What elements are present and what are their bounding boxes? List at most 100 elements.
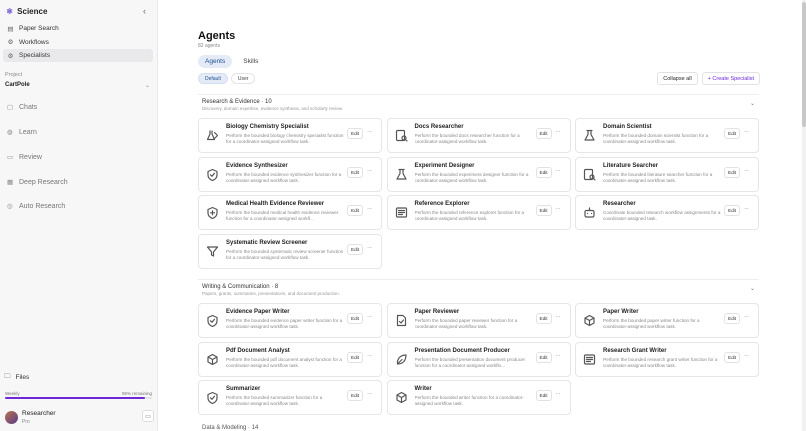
edit-button[interactable]: Edit [724, 205, 740, 217]
sidebar-item-deep-research[interactable]: ▦ Deep Research [7, 178, 68, 187]
edit-button[interactable]: Edit [535, 166, 552, 178]
agent-card[interactable]: Literature Searcher Perform the bounded l… [575, 156, 759, 192]
edit-button[interactable]: Edit [347, 166, 363, 178]
user-profile[interactable]: Researcher Pro ▭ [5, 409, 155, 427]
sidebar-item-workflows[interactable]: ⚙ Workflows [3, 36, 153, 49]
more-options-icon[interactable]: ··· [556, 206, 561, 212]
more-options-icon[interactable]: ··· [744, 168, 749, 174]
chevron-down-icon[interactable]: ⌄ [750, 100, 755, 107]
agent-card[interactable]: Experiment Designer Perform the bounded e… [386, 156, 571, 192]
category-title: Data & Modeling · 14 [202, 425, 259, 431]
collapse-all-button[interactable]: Collapse all [657, 72, 698, 85]
edit-button[interactable]: Edit [535, 351, 552, 363]
sidebar-item-review[interactable]: ▭ Review [7, 153, 42, 162]
agent-card[interactable]: Pdf Document Analyst Perform the bounded … [198, 341, 382, 377]
edit-button[interactable]: Edit [724, 313, 740, 324]
more-options-icon[interactable]: ··· [367, 391, 372, 397]
panel-icon: ▭ [145, 413, 151, 420]
agent-card[interactable]: Summarizer Perform the bounded summarizer… [198, 380, 382, 416]
create-specialist-button[interactable]: + Create Specialist [701, 72, 760, 85]
agent-card[interactable]: Research Grant Writer Perform the bounded… [575, 341, 759, 377]
more-options-icon[interactable]: ··· [556, 168, 561, 174]
agent-card[interactable]: Medical Health Evidence Reviewer Perform … [198, 195, 382, 231]
agent-card[interactable]: Reference Explorer Perform the bounded re… [386, 195, 571, 231]
atom-icon: ⚛ [6, 6, 14, 16]
edit-button[interactable]: Edit [535, 390, 552, 402]
agent-card[interactable]: Biology Chemistry Specialist Perform the … [198, 118, 382, 153]
agent-card[interactable]: Paper Writer Perform the bounded paper wr… [575, 303, 759, 338]
usage-bar [5, 397, 152, 399]
project-select[interactable]: CartPole ⌄ [5, 80, 150, 90]
people-icon: ⚙ [7, 52, 14, 60]
more-options-icon[interactable]: ··· [556, 353, 561, 359]
more-options-icon[interactable]: ··· [744, 353, 749, 359]
more-options-icon[interactable]: ··· [367, 168, 372, 174]
agent-description: Perform the bounded pdf document analyst… [226, 356, 342, 368]
edit-button[interactable]: Edit [724, 166, 740, 178]
edit-button[interactable]: Edit [535, 313, 552, 324]
usage-row: Weekly 95% remaining [5, 391, 152, 396]
edit-button[interactable]: Edit [724, 128, 740, 139]
scrollbar[interactable] [802, 0, 806, 431]
edit-button[interactable]: Edit [347, 313, 363, 324]
edit-button[interactable]: Edit [347, 128, 363, 139]
more-options-icon[interactable]: ··· [367, 129, 372, 135]
user-menu-button[interactable]: ▭ [142, 410, 154, 422]
agent-name: Presentation Document Producer [414, 347, 510, 354]
sidebar-item-files[interactable]: 🗀 Files [4, 372, 29, 383]
agent-description: Perform the bounded paper writer functio… [603, 318, 700, 329]
filter-user[interactable]: User [230, 73, 256, 84]
more-options-icon[interactable]: ··· [744, 314, 749, 320]
brand[interactable]: ⚛ Science [6, 5, 47, 17]
agent-card[interactable]: Writer Perform the bounded writer functio… [386, 380, 571, 416]
cube-icon [206, 353, 219, 366]
category-header[interactable]: Writing & Communication · 8 Papers, gran… [198, 279, 759, 296]
filter-default[interactable]: Default [198, 73, 228, 84]
edit-button[interactable]: Edit [724, 351, 740, 363]
agent-card[interactable]: Systematic Review Screener Perform the bo… [198, 234, 382, 270]
sidebar-item-learn[interactable]: ◍ Learn [7, 128, 37, 137]
edit-button[interactable]: Edit [535, 205, 552, 217]
more-options-icon[interactable]: ··· [556, 129, 561, 135]
agent-card[interactable]: Paper Reviewer Perform the bounded paper … [386, 303, 571, 338]
user-name: Researcher [22, 410, 56, 417]
agent-card[interactable]: Evidence Paper Writer Perform the bounded… [198, 303, 382, 338]
sidebar-item-specialists[interactable]: ⚙ Specialists [3, 49, 153, 62]
agent-card[interactable]: Domain Scientist Perform the bounded doma… [575, 118, 759, 153]
scrollbar-thumb[interactable] [802, 2, 806, 127]
agent-description: Perform the bounded reference explorer f… [414, 210, 525, 222]
agent-description: Perform the bounded medical health evide… [226, 210, 339, 222]
agent-card[interactable]: Researcher Coordinate bounded research wo… [575, 195, 759, 231]
more-options-icon[interactable]: ··· [744, 206, 749, 212]
sidebar-item-paper-search[interactable]: ▤ Paper Search [3, 22, 153, 35]
edit-button[interactable]: Edit [347, 390, 363, 402]
funnel-icon [206, 245, 219, 258]
sidebar-item-label: Deep Research [19, 178, 68, 186]
tab-agents[interactable]: Agents [198, 55, 233, 68]
sidebar-item-auto-research[interactable]: ◎ Auto Research [7, 202, 65, 211]
more-options-icon[interactable]: ··· [367, 353, 372, 359]
category-header[interactable]: Research & Evidence · 10 Discovery, doma… [198, 94, 759, 111]
agent-card[interactable]: Docs Researcher Perform the bounded docs … [386, 118, 571, 153]
agent-name: Docs Researcher [414, 124, 464, 130]
more-options-icon[interactable]: ··· [367, 206, 372, 212]
chevron-down-icon[interactable]: ⌄ [750, 285, 755, 292]
more-options-icon[interactable]: ··· [367, 245, 372, 251]
edit-button[interactable]: Edit [347, 244, 363, 256]
agent-card[interactable]: Presentation Document Producer Perform th… [386, 341, 571, 377]
document-icon: ▤ [7, 25, 14, 33]
more-options-icon[interactable]: ··· [556, 391, 561, 397]
agent-description: Perform the bounded summarizer function … [226, 395, 323, 407]
edit-button[interactable]: Edit [347, 351, 363, 363]
more-options-icon[interactable]: ··· [367, 314, 372, 320]
more-options-icon[interactable]: ··· [744, 129, 749, 135]
agent-card[interactable]: Evidence Synthesizer Perform the bounded … [198, 156, 382, 192]
edit-button[interactable]: Edit [535, 128, 552, 139]
more-options-icon[interactable]: ··· [556, 314, 561, 320]
shield-check-icon [206, 314, 219, 327]
collapse-sidebar-icon[interactable]: ‹ [143, 6, 146, 16]
tab-skills[interactable]: Skills [236, 55, 265, 68]
edit-button[interactable]: Edit [347, 205, 363, 217]
sidebar-item-chats[interactable]: ▢ Chats [7, 103, 37, 112]
agent-name: Experiment Designer [414, 162, 475, 169]
